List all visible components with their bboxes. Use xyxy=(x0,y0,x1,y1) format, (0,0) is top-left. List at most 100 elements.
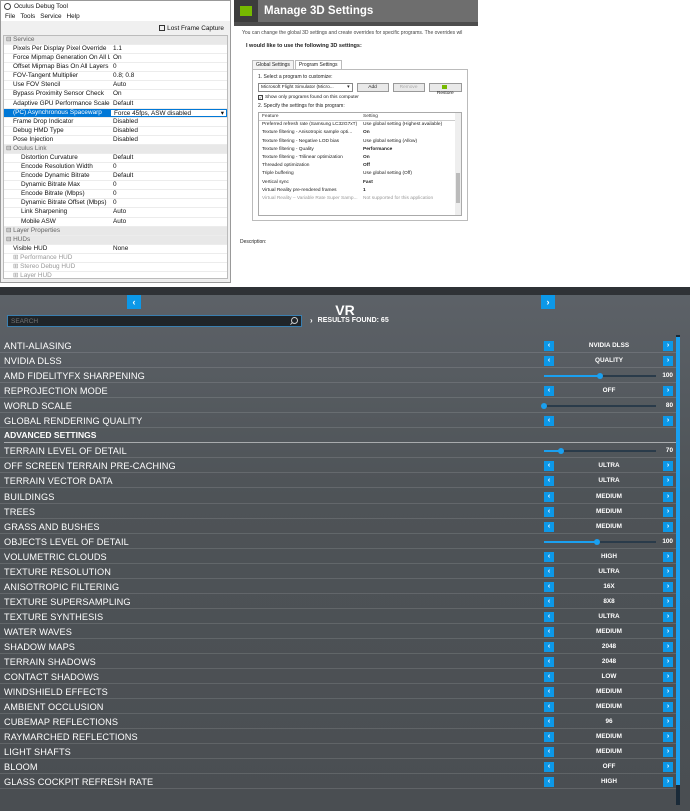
feature-table-scrollbar[interactable] xyxy=(455,113,461,215)
chevron-left-icon[interactable]: ‹ xyxy=(544,642,554,652)
chevron-left-icon[interactable]: ‹ xyxy=(544,461,554,471)
chevron-left-icon[interactable]: ‹ xyxy=(544,717,554,727)
setting-row[interactable]: LIGHT SHAFTS ‹ MEDIUM › xyxy=(0,745,676,759)
property-value[interactable]: 0 xyxy=(110,199,227,207)
property-value[interactable]: 0 xyxy=(110,181,227,189)
tab-global-settings[interactable]: Global Settings xyxy=(252,60,294,69)
feature-setting[interactable]: On xyxy=(363,129,461,137)
property-value[interactable]: Disabled xyxy=(110,136,227,144)
property-row[interactable]: Force Mipmap Generation On All LayersOn xyxy=(4,54,227,64)
setting-row[interactable]: TEXTURE SUPERSAMPLING ‹ 8X8 › xyxy=(0,595,676,609)
property-value[interactable]: Auto xyxy=(110,218,227,226)
feature-setting[interactable]: Use global setting (Off) xyxy=(363,170,461,178)
chevron-right-icon[interactable]: › xyxy=(663,777,673,787)
feature-setting[interactable]: Performance xyxy=(363,146,461,154)
setting-row[interactable]: CUBEMAP REFLECTIONS ‹ 96 › xyxy=(0,715,676,729)
feature-row[interactable]: Texture filtering - Trilinear optimizati… xyxy=(259,154,461,162)
chevron-right-icon[interactable]: › xyxy=(663,567,673,577)
menu-tools[interactable]: Tools xyxy=(20,13,35,20)
chevron-right-icon[interactable]: › xyxy=(663,507,673,517)
chevron-right-icon[interactable]: › xyxy=(663,597,673,607)
lost-frame-capture-button[interactable]: Lost Frame Capture xyxy=(159,25,224,32)
feature-row[interactable]: Preferred refresh rate (Samsung LC32G7xT… xyxy=(259,121,461,129)
chevron-left-icon[interactable]: ‹ xyxy=(544,522,554,532)
scrollbar-thumb[interactable] xyxy=(676,337,680,785)
next-page-arrow-icon[interactable]: › xyxy=(541,295,555,309)
setting-row[interactable]: TEXTURE SYNTHESIS ‹ ULTRA › xyxy=(0,610,676,624)
chevron-right-icon[interactable]: › xyxy=(663,386,673,396)
property-row[interactable]: Visible HUD None xyxy=(4,245,227,254)
chevron-left-icon[interactable]: ‹ xyxy=(544,507,554,517)
chevron-right-icon[interactable]: › xyxy=(663,476,673,486)
setting-row[interactable]: WORLD SCALE 80 xyxy=(0,399,676,413)
feature-setting[interactable]: Off xyxy=(363,162,461,170)
setting-row[interactable]: TERRAIN SHADOWS ‹ 2048 › xyxy=(0,655,676,669)
search-icon[interactable] xyxy=(290,317,298,325)
property-group[interactable]: ⊞ Layer HUD xyxy=(4,272,227,282)
feature-row[interactable]: Threaded optimization Off xyxy=(259,162,461,170)
setting-row[interactable]: WINDSHIELD EFFECTS ‹ MEDIUM › xyxy=(0,685,676,699)
property-value[interactable]: 0 xyxy=(110,190,227,198)
property-value[interactable]: On xyxy=(110,54,227,62)
feature-row[interactable]: Texture filtering - Negative LOD bias Use… xyxy=(259,138,461,146)
settings-scrollbar[interactable] xyxy=(676,335,680,805)
property-value[interactable]: 0.8; 0.8 xyxy=(110,72,227,80)
property-value[interactable]: Auto xyxy=(110,208,227,216)
chevron-left-icon[interactable]: ‹ xyxy=(544,341,554,351)
slider-handle[interactable] xyxy=(541,403,547,409)
property-row[interactable]: Debug HMD Type Disabled xyxy=(4,127,227,136)
menu-help[interactable]: Help xyxy=(67,13,80,20)
setting-row[interactable]: AMBIENT OCCLUSION ‹ MEDIUM › xyxy=(0,700,676,714)
property-category[interactable]: ⊟ Layer Properties xyxy=(4,226,227,236)
chevron-left-icon[interactable]: ‹ xyxy=(544,672,554,682)
chevron-right-icon[interactable]: › xyxy=(663,356,673,366)
setting-slider[interactable] xyxy=(544,448,656,454)
setting-slider[interactable] xyxy=(544,539,656,545)
property-row[interactable]: Encode Resolution Width 0 xyxy=(4,163,227,173)
chevron-down-icon[interactable]: ▾ xyxy=(218,109,226,116)
restore-button[interactable]: Restore xyxy=(428,83,462,96)
setting-row[interactable]: TERRAIN LEVEL OF DETAIL 70 xyxy=(0,444,676,458)
setting-row[interactable]: GLASS COCKPIT REFRESH RATE ‹ HIGH › xyxy=(0,775,676,789)
setting-row[interactable]: TEXTURE RESOLUTION ‹ ULTRA › xyxy=(0,565,676,579)
chevron-right-icon[interactable]: › xyxy=(663,341,673,351)
property-row[interactable]: Encode Dynamic Bitrate Default xyxy=(4,172,227,182)
property-row[interactable]: Use FOV Stencil Auto xyxy=(4,81,227,91)
setting-row[interactable]: NVIDIA DLSS ‹ QUALITY › xyxy=(0,354,676,368)
property-value[interactable]: Auto xyxy=(110,81,227,89)
chevron-right-icon[interactable]: › xyxy=(663,747,673,757)
chevron-right-icon[interactable]: › xyxy=(663,461,673,471)
property-row[interactable]: Bypass Proximity Sensor Check On xyxy=(4,90,227,100)
chevron-left-icon[interactable]: ‹ xyxy=(544,612,554,622)
chevron-right-icon[interactable]: › xyxy=(663,657,673,667)
chevron-right-icon[interactable]: › xyxy=(663,612,673,622)
chevron-left-icon[interactable]: ‹ xyxy=(544,386,554,396)
chevron-left-icon[interactable]: ‹ xyxy=(544,687,554,697)
chevron-right-icon[interactable]: › xyxy=(663,717,673,727)
program-select[interactable]: Microsoft Flight Simulator (Micro... ▾ xyxy=(258,83,353,92)
chevron-left-icon[interactable]: ‹ xyxy=(544,356,554,366)
remove-button[interactable]: Remove xyxy=(392,83,425,92)
chevron-left-icon[interactable]: ‹ xyxy=(544,597,554,607)
chevron-right-icon[interactable]: › xyxy=(663,552,673,562)
show-only-checkbox[interactable]: ✓ Show only programs found on this compu… xyxy=(258,95,462,100)
setting-row[interactable]: OBJECTS LEVEL OF DETAIL 100 xyxy=(0,535,676,549)
chevron-left-icon[interactable]: ‹ xyxy=(544,747,554,757)
property-value[interactable]: 1.1 xyxy=(110,45,227,53)
chevron-left-icon[interactable]: ‹ xyxy=(544,492,554,502)
setting-row[interactable]: TERRAIN VECTOR DATA ‹ ULTRA › xyxy=(0,474,676,488)
property-row[interactable]: Encode Bitrate (Mbps) 0 xyxy=(4,190,227,200)
setting-row[interactable]: AMD FIDELITYFX SHARPENING 100 xyxy=(0,369,676,383)
setting-row[interactable]: TREES ‹ MEDIUM › xyxy=(0,505,676,519)
chevron-left-icon[interactable]: ‹ xyxy=(544,416,554,426)
setting-row[interactable]: WATER WAVES ‹ MEDIUM › xyxy=(0,625,676,639)
property-value[interactable]: Default xyxy=(110,100,227,108)
property-row[interactable]: Offset Mipmap Bias On All Layers 0 xyxy=(4,63,227,73)
chevron-left-icon[interactable]: ‹ xyxy=(544,777,554,787)
property-value[interactable]: On xyxy=(110,90,227,98)
setting-row[interactable]: REPROJECTION MODE ‹ OFF › xyxy=(0,384,676,398)
property-row[interactable]: Pixels Per Display Pixel Override 1.1 xyxy=(4,45,227,55)
chevron-right-icon[interactable]: › xyxy=(663,672,673,682)
property-row[interactable]: Link Sharpening Auto xyxy=(4,208,227,218)
setting-row[interactable]: BLOOM ‹ OFF › xyxy=(0,760,676,774)
